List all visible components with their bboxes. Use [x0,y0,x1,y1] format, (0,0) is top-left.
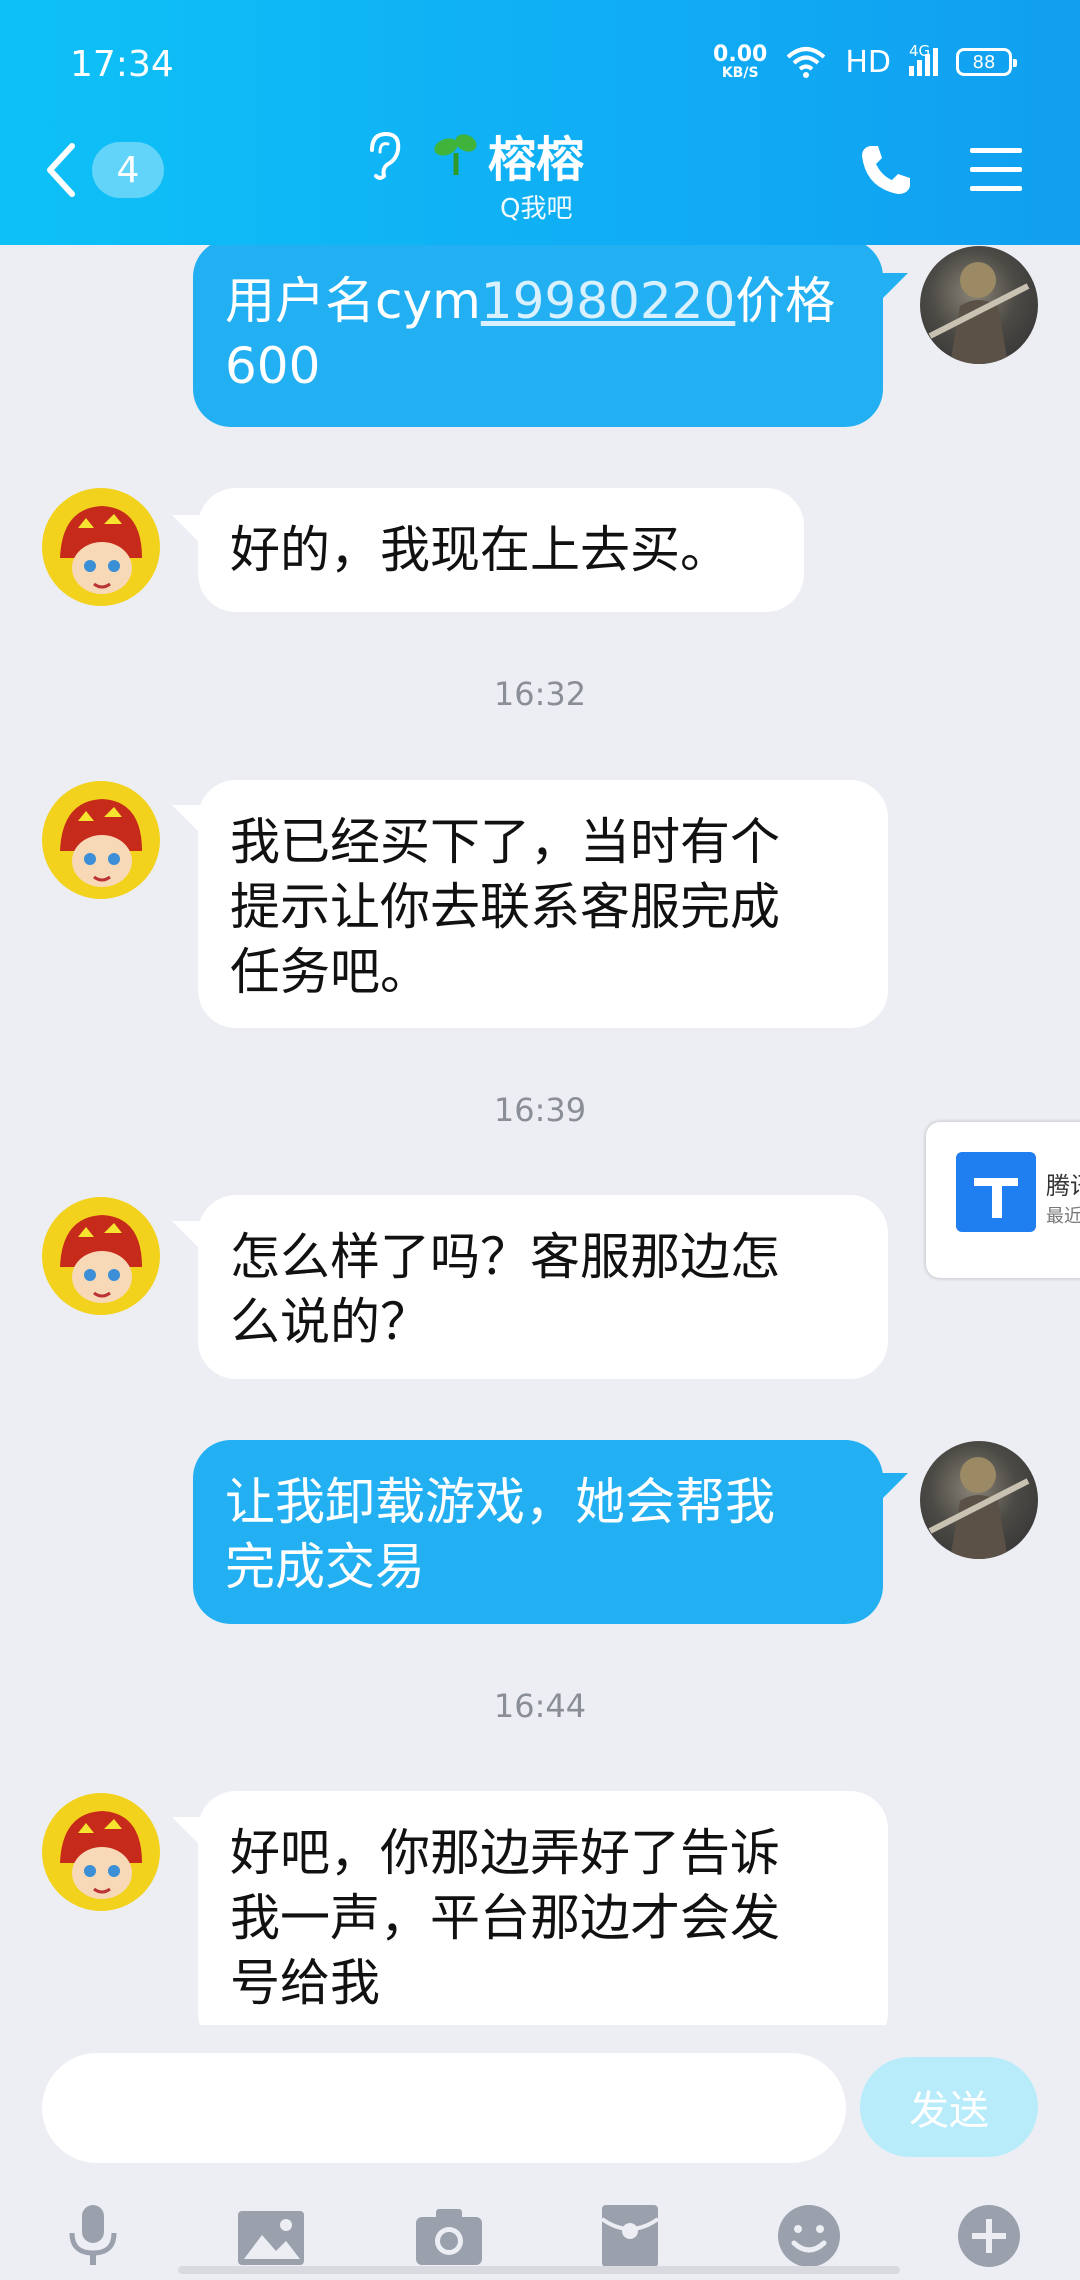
avatar-contact[interactable] [42,1793,160,1911]
warrior-avatar-image [928,262,1030,364]
tencent-app-logo-icon [956,1152,1036,1232]
message-list[interactable]: 用户名cym19980220价格 600 好的，我现在上去买。 16:32 我已… [0,245,1080,2025]
microphone-icon[interactable] [58,2203,128,2269]
cartoon-avatar-image [60,506,142,594]
avatar-contact[interactable] [42,1197,160,1315]
message-input[interactable] [42,2053,846,2163]
send-button[interactable]: 发送 [860,2057,1038,2157]
floating-app-card[interactable]: 腾讯 最近 [926,1122,1080,1278]
avatar-contact[interactable] [42,781,160,899]
home-indicator[interactable] [178,2266,900,2274]
message-bubble-self[interactable]: 用户名cym19980220价格 600 [193,245,883,427]
cartoon-avatar-image [60,1215,142,1303]
phone-number-link[interactable]: 19980220 [481,272,736,330]
back-button[interactable]: 4 [42,138,172,202]
cartoon-avatar-image [60,799,142,887]
warrior-avatar-image [928,1457,1030,1559]
avatar-contact[interactable] [42,488,160,606]
chevron-left-icon [47,143,75,197]
message-timestamp: 16:39 [493,1091,587,1129]
wifi-icon [787,47,826,78]
hd-indicator: HD [845,44,891,80]
unread-count-badge: 4 [92,142,164,198]
status-time: 17:34 [70,44,174,85]
menu-icon[interactable] [968,146,1024,194]
ear-icon[interactable] [362,130,406,182]
message-bubble-contact[interactable]: 我已经买下了，当时有个 提示让你去联系客服完成 任务吧。 [198,780,888,1028]
chat-title-block[interactable]: 榕榕 [432,120,732,190]
red-packet-icon[interactable] [596,2203,666,2269]
chat-screen: 17:34 0.00 KB/S HD 4G 88 4 榕榕 Q我吧 用户名cym… [0,0,1080,2280]
chat-title: 榕榕 [488,132,585,188]
camera-icon[interactable] [414,2203,484,2269]
message-timestamp: 16:44 [493,1687,587,1725]
emoji-icon[interactable] [774,2203,844,2269]
network-speed: 0.00 KB/S [713,42,768,81]
plus-icon[interactable] [954,2203,1024,2269]
message-timestamp: 16:32 [493,675,587,713]
battery-icon: 88 [956,48,1017,76]
image-icon[interactable] [236,2203,306,2269]
sprout-icon [434,134,477,175]
message-bubble-self[interactable]: 让我卸载游戏，她会帮我 完成交易 [193,1440,883,1624]
signal-icon: 4G [909,42,938,76]
avatar-self[interactable] [920,1441,1038,1559]
floating-card-subtitle: 最近 [1046,1206,1080,1227]
input-bar: 发送 [0,2025,1080,2280]
floating-card-title: 腾讯 [1046,1172,1080,1200]
chat-header: 17:34 0.00 KB/S HD 4G 88 4 榕榕 Q我吧 [0,0,1080,245]
avatar-self[interactable] [920,246,1038,364]
message-bubble-contact[interactable]: 好吧，你那边弄好了告诉 我一声，平台那边才会发 号给我 [198,1791,888,2025]
message-bubble-contact[interactable]: 好的，我现在上去买。 [198,488,804,612]
chat-subtitle: Q我吧 [500,194,573,224]
cartoon-avatar-image [60,1811,142,1899]
message-bubble-contact[interactable]: 怎么样了吗？客服那边怎 么说的？ [198,1195,888,1379]
phone-icon[interactable] [858,142,914,198]
status-icons: 0.00 KB/S HD 4G 88 [713,42,1017,81]
